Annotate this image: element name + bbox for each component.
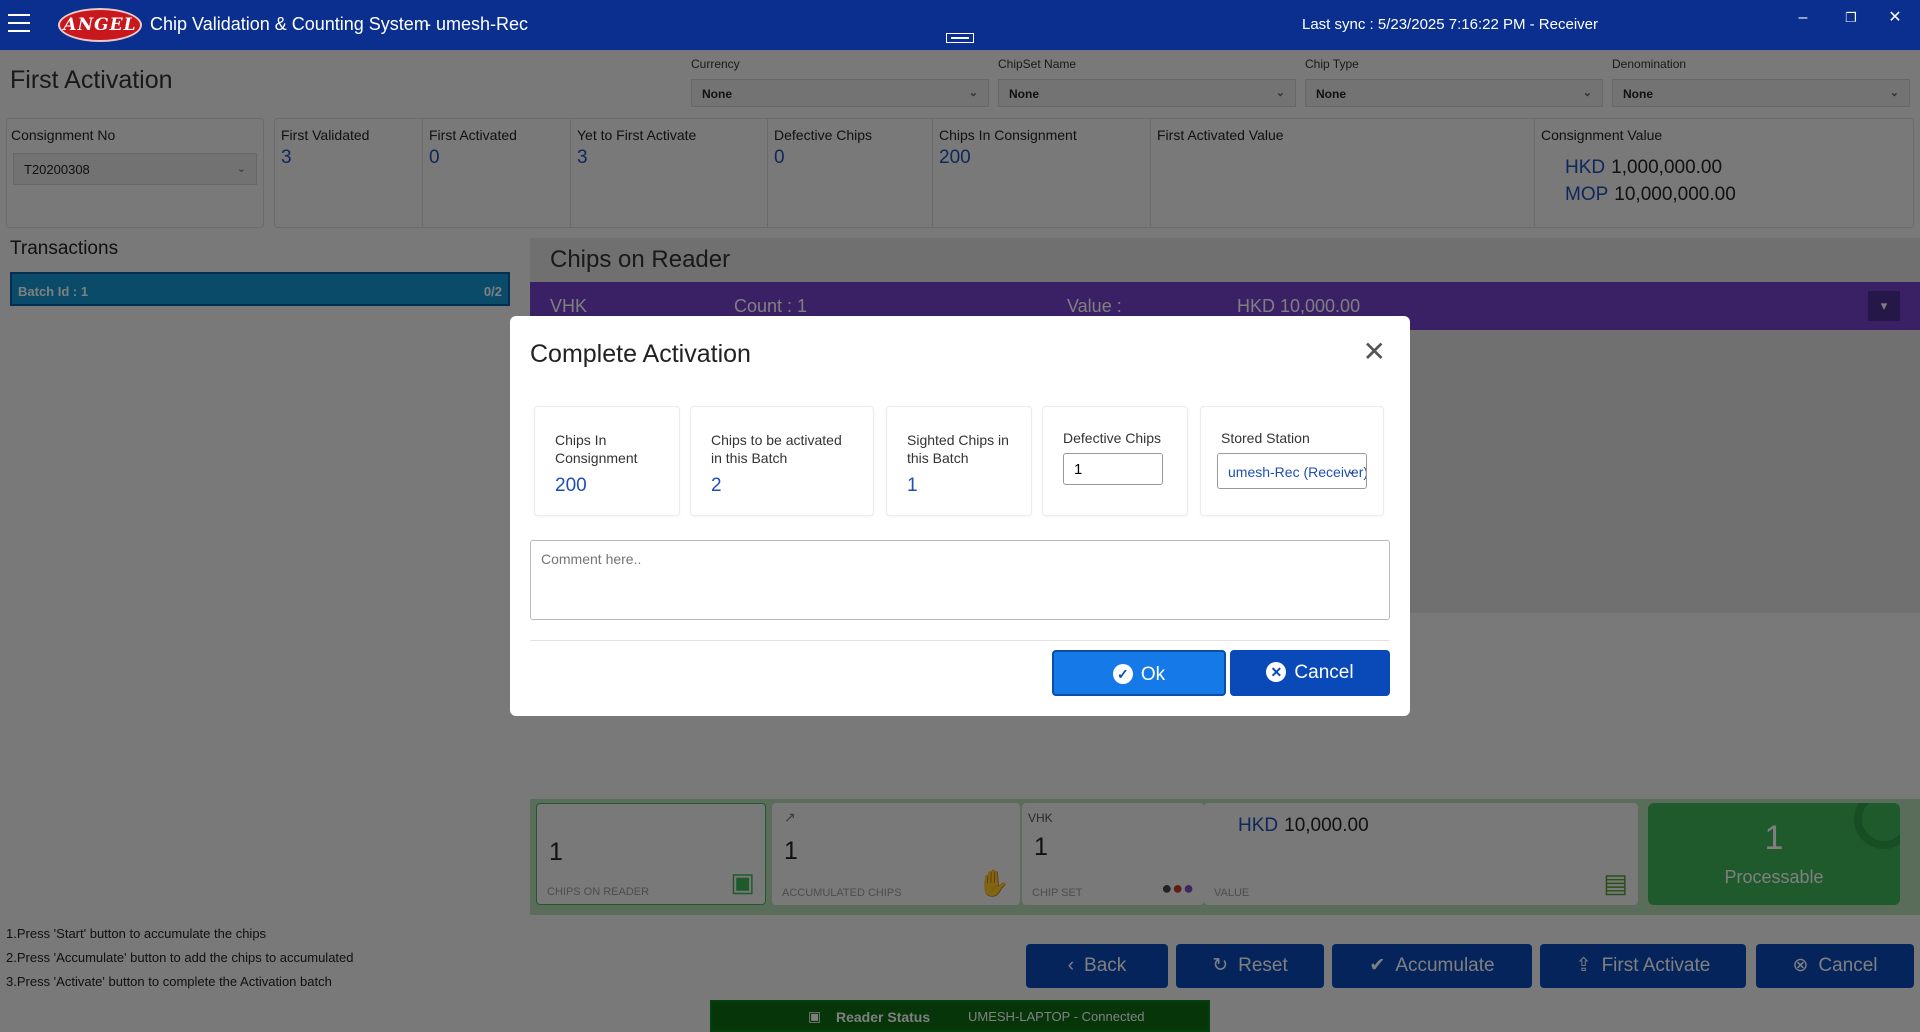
button-label: Cancel	[1294, 662, 1354, 683]
dialog-label: Chips In Consignment	[555, 432, 638, 466]
dialog-label: Chips to be activated in this Batch	[711, 432, 842, 466]
dialog-label: Defective Chips	[1063, 430, 1162, 446]
check-circle-icon: ✓	[1112, 664, 1133, 684]
defective-chips-input[interactable]	[1063, 453, 1163, 485]
dialog-divider	[530, 640, 1390, 641]
keyboard-icon[interactable]	[946, 33, 974, 43]
dialog-chips-in-consignment: Chips In Consignment 200	[534, 406, 680, 516]
ok-button[interactable]: ✓ Ok	[1052, 650, 1226, 696]
dialog-label: Stored Station	[1221, 430, 1310, 446]
restore-button[interactable]: ❐	[1836, 6, 1866, 30]
minimize-button[interactable]: –	[1788, 6, 1818, 30]
dialog-title: Complete Activation	[530, 340, 751, 368]
title-bar: ANGEL Chip Validation & Counting System …	[0, 0, 1920, 50]
dialog-value: 1	[907, 475, 918, 496]
app-title: Chip Validation & Counting System	[150, 14, 429, 34]
menu-icon[interactable]	[8, 14, 30, 32]
dialog-value: 200	[555, 475, 587, 496]
stored-station-select[interactable]: umesh-Rec (Receiver) ⌄	[1217, 453, 1367, 489]
dialog-value: 2	[711, 475, 722, 496]
cancel-circle-icon: ✕	[1266, 662, 1287, 682]
close-window-button[interactable]: ✕	[1880, 6, 1910, 30]
dialog-stored-station: Stored Station umesh-Rec (Receiver) ⌄	[1200, 406, 1384, 516]
angel-logo: ANGEL	[58, 8, 142, 42]
dialog-sighted-chips: Sighted Chips in this Batch 1	[886, 406, 1032, 516]
chevron-down-icon: ⌄	[1346, 465, 1356, 477]
button-label: Ok	[1140, 664, 1166, 685]
close-icon[interactable]: ✕	[1363, 338, 1386, 366]
dialog-chips-to-activate: Chips to be activated in this Batch 2	[690, 406, 874, 516]
last-sync: Last sync : 5/23/2025 7:16:22 PM - Recei…	[1302, 16, 1598, 33]
dialog-label: Sighted Chips in this Batch	[907, 432, 1009, 466]
complete-activation-dialog: Complete Activation ✕ Chips In Consignme…	[510, 316, 1410, 716]
app-user: - umesh-Rec	[425, 14, 529, 34]
dialog-defective-chips: Defective Chips	[1042, 406, 1188, 516]
dialog-cancel-button[interactable]: ✕ Cancel	[1230, 650, 1390, 696]
comment-input[interactable]	[530, 540, 1390, 620]
